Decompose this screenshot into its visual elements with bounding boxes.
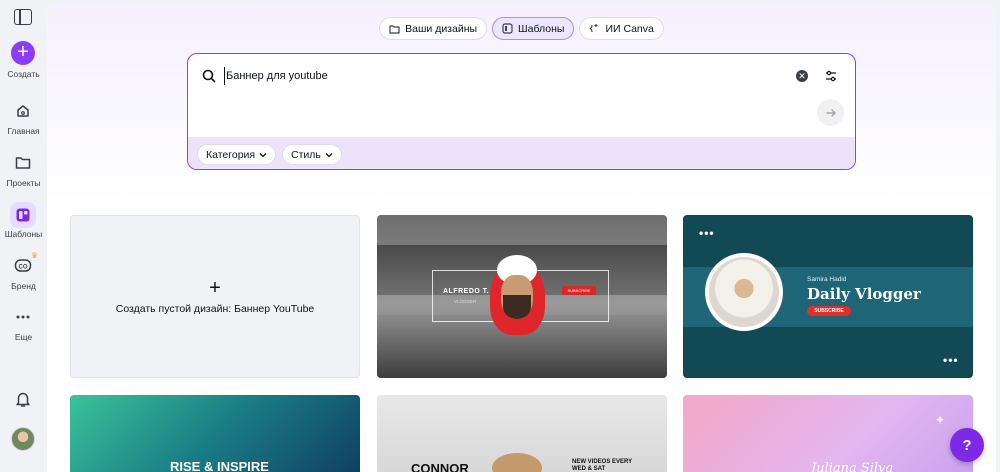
main-panel: Ваши дизайны Шаблоны ИИ Canva ✕ Категори…: [47, 3, 996, 472]
search-input[interactable]: [224, 67, 784, 85]
filter-icon[interactable]: [824, 69, 838, 83]
sidebar-item-more[interactable]: Еще: [0, 332, 47, 342]
bell-icon[interactable]: [13, 389, 33, 409]
user-avatar[interactable]: [11, 427, 35, 451]
ai-sparkle-icon: [590, 24, 598, 33]
help-button[interactable]: ?: [950, 428, 984, 462]
search-box: ✕ Категория Стиль: [187, 53, 856, 170]
search-icon: [202, 69, 216, 83]
template-card[interactable]: ALFREDO T. VLOGGER SUBSCRIBE: [377, 215, 667, 378]
submit-search-button[interactable]: [817, 99, 844, 126]
tab-label: Шаблоны: [518, 22, 565, 35]
create-blank-label: Создать пустой дизайн: Баннер YouTube: [115, 302, 315, 315]
template-text: ALFREDO T.: [443, 288, 490, 295]
chevron-down-icon: [325, 152, 333, 157]
tab-label: ИИ Canva: [605, 22, 654, 35]
plus-icon: +: [209, 276, 221, 299]
create-label: Создать: [7, 69, 40, 79]
design-tabs: Ваши дизайны Шаблоны ИИ Canva: [47, 17, 996, 40]
templates-icon[interactable]: [13, 205, 33, 225]
sidebar-item-projects[interactable]: Проекты: [0, 178, 47, 188]
chevron-down-icon: [259, 152, 267, 157]
more-icon[interactable]: [13, 307, 33, 327]
template-text: NEW VIDEOS EVERY WED & SAT: [572, 459, 633, 472]
template-text: VLOGGER: [454, 299, 477, 304]
template-text: Daily Vlogger: [807, 285, 921, 303]
tab-label: Ваши дизайны: [405, 22, 478, 35]
template-thumbnail: [492, 453, 542, 472]
template-thumbnail: [705, 253, 783, 331]
template-card[interactable]: ••• ••• Samira Hadid Daily Vlogger SUBSC…: [683, 215, 973, 378]
category-filter[interactable]: Категория: [197, 144, 277, 165]
clear-icon[interactable]: ✕: [796, 70, 808, 82]
sidebar-toggle-icon[interactable]: [14, 9, 32, 25]
more-options-icon[interactable]: •••: [699, 227, 715, 239]
tab-canva-ai[interactable]: ИИ Canva: [579, 17, 664, 40]
create-blank-design-card[interactable]: + Создать пустой дизайн: Баннер YouTube: [70, 215, 360, 378]
template-text: SUBSCRIBE: [807, 306, 851, 316]
templates-icon: [502, 23, 513, 34]
create-button[interactable]: +: [11, 41, 35, 65]
sidebar-item-brand[interactable]: Бренд: [0, 281, 47, 291]
template-card[interactable]: CONNOR NEW VIDEOS EVERY WED & SAT: [377, 395, 667, 472]
sidebar-item-templates[interactable]: Шаблоны: [0, 229, 47, 239]
sidebar: + Создать Главная Проекты Шаблоны CO ♛ Б…: [0, 0, 47, 472]
template-card[interactable]: RISE & INSPIRE: [70, 395, 360, 472]
more-options-icon[interactable]: •••: [943, 354, 959, 366]
template-card[interactable]: ✦ Juliana Silva: [683, 395, 973, 472]
template-thumbnail: [503, 295, 531, 319]
crown-icon: ♛: [31, 251, 39, 260]
folder-icon[interactable]: [13, 152, 33, 172]
template-text: SUBSCRIBE: [562, 286, 596, 295]
template-text: RISE & INSPIRE: [170, 459, 269, 472]
style-filter[interactable]: Стиль: [282, 144, 342, 165]
template-text: Samira Hadid: [807, 276, 847, 283]
tab-your-designs[interactable]: Ваши дизайны: [379, 17, 488, 40]
folder-icon: [389, 24, 400, 34]
arrow-right-icon: [825, 108, 836, 117]
tab-templates[interactable]: Шаблоны: [492, 17, 575, 40]
filter-label: Категория: [206, 148, 256, 161]
template-text: Juliana Silva: [811, 461, 894, 472]
sidebar-item-home[interactable]: Главная: [0, 126, 47, 136]
template-text: CONNOR: [411, 461, 469, 472]
filter-label: Стиль: [291, 148, 321, 161]
brand-icon[interactable]: CO: [13, 255, 33, 275]
home-icon[interactable]: [13, 101, 33, 121]
svg-text:CO: CO: [19, 265, 28, 271]
sparkle-icon: ✦: [935, 413, 946, 427]
search-filter-bar: Категория Стиль: [188, 137, 855, 169]
